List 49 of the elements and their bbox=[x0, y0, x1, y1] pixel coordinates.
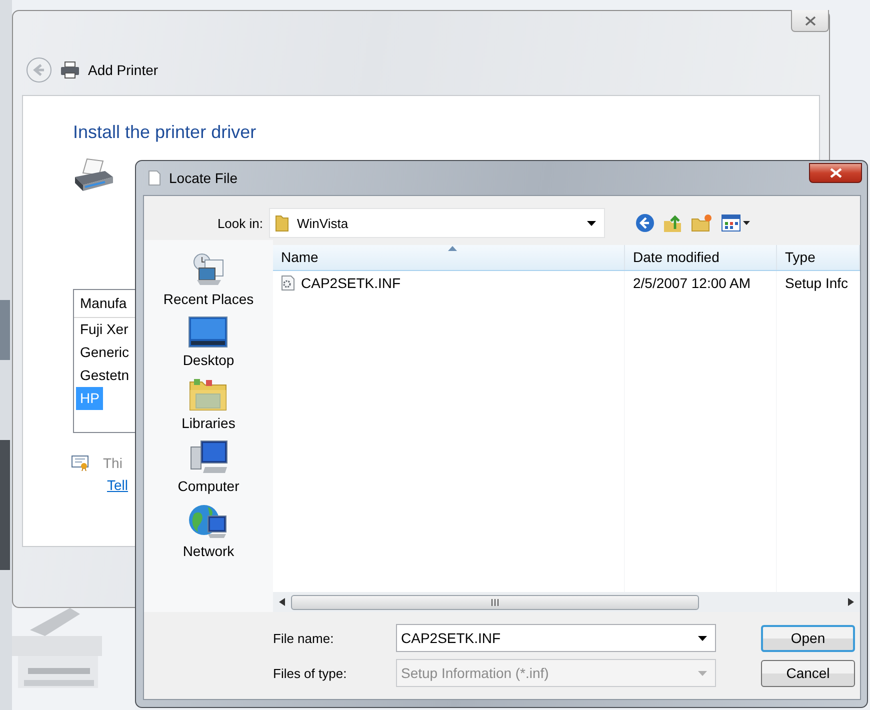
page-heading: Install the printer driver bbox=[73, 122, 258, 143]
look-in-dropdown[interactable]: WinVista bbox=[269, 208, 605, 238]
sort-arrow-icon bbox=[448, 246, 457, 251]
manufacturer-item[interactable]: Fuji Xer bbox=[76, 318, 132, 341]
desktop-screen-icon bbox=[188, 315, 228, 349]
cancel-button[interactable]: Cancel bbox=[761, 660, 855, 686]
scroll-right-icon[interactable] bbox=[848, 598, 854, 606]
place-item[interactable]: Network bbox=[182, 502, 234, 559]
back-button[interactable] bbox=[635, 213, 655, 233]
gear-document-icon bbox=[281, 275, 295, 291]
place-item[interactable]: Libraries bbox=[182, 376, 236, 431]
close-button[interactable] bbox=[809, 163, 862, 183]
up-folder-button[interactable] bbox=[663, 213, 683, 233]
printer-icon bbox=[60, 61, 80, 79]
grip-icon bbox=[491, 598, 499, 606]
folder-icon bbox=[188, 376, 228, 412]
type-cell-text: Setup Infc bbox=[784, 274, 850, 293]
place-item[interactable]: Recent Places bbox=[163, 252, 254, 307]
document-icon bbox=[148, 170, 161, 186]
signature-note: Thi bbox=[103, 455, 122, 471]
manufacturer-item[interactable]: Generic bbox=[76, 341, 134, 364]
file-name-cell[interactable]: CAP2SETK.INF bbox=[273, 271, 625, 295]
certificate-icon bbox=[71, 455, 89, 471]
computer-icon bbox=[188, 439, 228, 475]
look-in-label: Look in: bbox=[216, 216, 264, 230]
caret-icon bbox=[698, 636, 707, 641]
folder-icon bbox=[275, 214, 289, 232]
file-type-label: Files of type: bbox=[273, 666, 348, 680]
file-name-field[interactable]: CAP2SETK.INF bbox=[396, 624, 716, 652]
place-item[interactable]: Computer bbox=[178, 439, 240, 494]
globe-computer-icon bbox=[188, 502, 228, 540]
clock-documents-icon bbox=[190, 252, 226, 288]
close-icon bbox=[804, 16, 816, 26]
column-header[interactable]: Date modified bbox=[625, 245, 777, 270]
caret-icon bbox=[587, 220, 596, 226]
date-cell-text: 2/5/2007 12:00 AM bbox=[632, 274, 752, 293]
scrollbar-thumb[interactable] bbox=[291, 594, 699, 610]
close-icon bbox=[830, 168, 842, 178]
manufacturer-item[interactable]: Gestetn bbox=[76, 364, 134, 387]
column-header[interactable]: Type bbox=[777, 245, 860, 270]
view-menu-button[interactable] bbox=[721, 214, 751, 232]
help-link[interactable]: Tell bbox=[107, 477, 128, 493]
window-title: Add Printer bbox=[88, 62, 158, 78]
open-button[interactable]: Open bbox=[761, 624, 855, 652]
dialog-title: Locate File bbox=[169, 170, 238, 186]
place-item[interactable]: Desktop bbox=[182, 315, 234, 368]
caret-icon bbox=[698, 670, 707, 676]
file-name-label: File name: bbox=[273, 630, 335, 646]
scroll-left-icon[interactable] bbox=[279, 598, 285, 606]
